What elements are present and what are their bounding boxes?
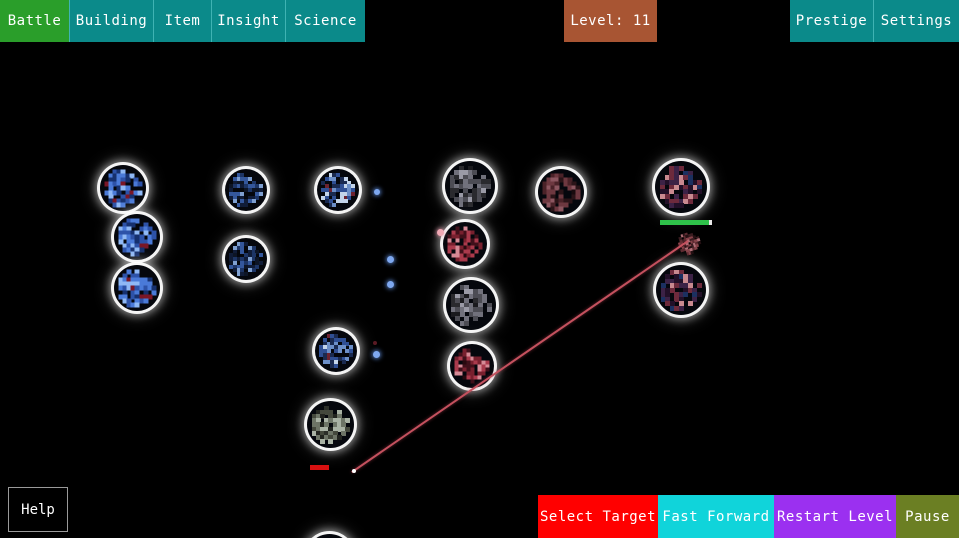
- player-ship-4[interactable]: [225, 169, 267, 211]
- player-ship-8[interactable]: [307, 401, 354, 448]
- help-button[interactable]: Help: [8, 487, 68, 532]
- projectile-blue-3: [387, 281, 394, 288]
- action-restart-level-button[interactable]: Restart Level: [774, 495, 896, 538]
- player-ship-3[interactable]: [114, 265, 160, 311]
- action-select-target-button[interactable]: Select Target: [538, 495, 658, 538]
- enemy-laser-beam: [351, 240, 689, 473]
- enemy-ship-5[interactable]: [538, 169, 584, 215]
- enemy-ship-4[interactable]: [450, 344, 494, 388]
- projectile-dim-1: [373, 341, 377, 345]
- player-ship-5[interactable]: [225, 238, 267, 280]
- enemy-health-bar-fill: [660, 220, 709, 225]
- tab-settings[interactable]: Settings: [874, 0, 959, 42]
- action-fast-forward-button[interactable]: Fast Forward: [658, 495, 774, 538]
- projectile-pink-1: [437, 229, 444, 236]
- enemy-health-bar: [660, 220, 712, 225]
- action-button-bar: Select Target Fast Forward Restart Level Pa…: [538, 495, 959, 538]
- projectile-blue-4: [373, 351, 380, 358]
- player-health-bar-fill: [310, 465, 329, 470]
- projectile-blue-1: [374, 189, 380, 195]
- player-ship-1[interactable]: [100, 165, 146, 211]
- laser-impact-spark-icon: [352, 469, 356, 473]
- top-navigation-bar: Battle Building Item Insight Science Level: …: [0, 0, 959, 42]
- player-ship-9[interactable]: [306, 534, 353, 538]
- tab-prestige[interactable]: Prestige: [790, 0, 874, 42]
- battlefield[interactable]: [0, 42, 959, 538]
- tab-insight[interactable]: Insight: [212, 0, 286, 42]
- primary-nav-tabs: Battle Building Item Insight Science: [0, 0, 365, 42]
- player-health-bar: [310, 465, 329, 470]
- enemy-ship-6[interactable]: [655, 161, 707, 213]
- projectile-blue-2: [387, 256, 394, 263]
- enemy-health-bar-cap: [709, 220, 712, 225]
- tab-item[interactable]: Item: [154, 0, 212, 42]
- tab-building[interactable]: Building: [70, 0, 154, 42]
- enemy-ship-3[interactable]: [446, 280, 496, 330]
- player-ship-7[interactable]: [315, 330, 357, 372]
- enemy-ship-8[interactable]: [676, 230, 702, 256]
- secondary-nav-tabs: Prestige Settings: [790, 0, 959, 42]
- player-ship-6[interactable]: [317, 169, 359, 211]
- tab-science[interactable]: Science: [286, 0, 365, 42]
- action-pause-button[interactable]: Pause: [896, 495, 959, 538]
- enemy-ship-2[interactable]: [443, 222, 487, 266]
- level-badge: Level: 11: [564, 0, 657, 42]
- tab-battle[interactable]: Battle: [0, 0, 70, 42]
- enemy-ship-7[interactable]: [656, 265, 706, 315]
- enemy-ship-1[interactable]: [445, 161, 495, 211]
- player-ship-2[interactable]: [114, 214, 160, 260]
